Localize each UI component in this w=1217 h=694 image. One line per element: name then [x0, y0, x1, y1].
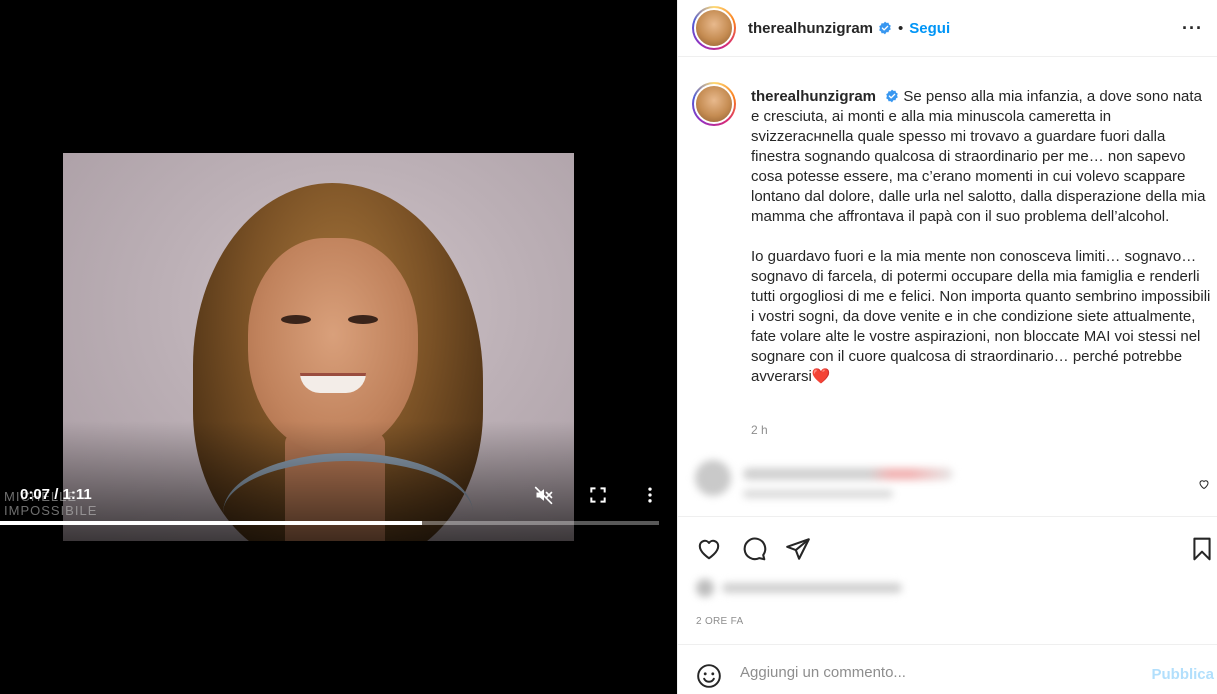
- avatar-image: [694, 8, 734, 48]
- comment-meta-blurred: [743, 490, 893, 498]
- post-header: therealhunzigram • Segui ···: [678, 0, 1217, 57]
- post-actions: 2 ORE FA: [678, 516, 1217, 644]
- comment-button[interactable]: [740, 535, 768, 563]
- heart-icon: [698, 539, 720, 560]
- avatar-image: [694, 84, 734, 124]
- avatar[interactable]: [692, 6, 736, 50]
- username-link[interactable]: therealhunzigram: [748, 20, 873, 37]
- caption-username[interactable]: therealhunzigram: [751, 88, 876, 105]
- video-progress-fill: [0, 521, 422, 525]
- fullscreen-button[interactable]: [586, 484, 610, 506]
- bookmark-icon: [1193, 537, 1211, 561]
- mute-button[interactable]: [532, 484, 556, 506]
- more-options-button[interactable]: ···: [1182, 18, 1203, 39]
- video-image-eye: [348, 315, 378, 324]
- comment-like-heart-icon[interactable]: [1198, 478, 1210, 490]
- comment-bubble-icon: [743, 537, 767, 561]
- video-image-eye: [281, 315, 311, 324]
- caption-paragraph-2: Io guardavo fuori e la mia mente non con…: [751, 248, 1211, 345]
- share-button[interactable]: [784, 535, 812, 563]
- verified-badge-icon: [879, 21, 891, 35]
- video-image-smile: [300, 373, 366, 393]
- likes-text-blurred: [722, 583, 902, 593]
- video-time-display: 0:07 / 1:11: [20, 486, 92, 503]
- follow-button[interactable]: Segui: [909, 20, 950, 37]
- add-comment-bar: Pubblica: [678, 644, 1217, 694]
- caption: therealhunzigram Se penso alla mia infan…: [751, 87, 1213, 387]
- video-player[interactable]: MICHELLE IMPOSSIBILE 0:07 / 1:11: [0, 0, 677, 694]
- comment-avatar: [695, 460, 731, 496]
- like-button[interactable]: [695, 535, 723, 563]
- paper-plane-icon: [786, 538, 810, 560]
- verified-badge-icon: [886, 89, 898, 103]
- blurred-comment: [695, 456, 995, 504]
- likes-summary-blurred: [696, 577, 906, 599]
- caption-timestamp[interactable]: 2 h: [751, 423, 768, 437]
- caption-avatar[interactable]: [692, 82, 736, 126]
- red-heart-emoji: ❤️: [811, 368, 831, 385]
- comment-text-blurred: [743, 468, 953, 480]
- muted-speaker-icon: [534, 486, 553, 505]
- current-time: 0:07: [20, 486, 51, 503]
- fullscreen-icon: [590, 487, 606, 503]
- post-panel: therealhunzigram • Segui ··· therealhunz…: [677, 0, 1217, 694]
- post-time-ago[interactable]: 2 ORE FA: [696, 616, 743, 627]
- liker-avatar: [696, 579, 714, 597]
- video-options-button[interactable]: [638, 484, 662, 506]
- duration: 1:11: [62, 486, 92, 503]
- caption-scroll-area[interactable]: therealhunzigram Se penso alla mia infan…: [678, 58, 1217, 516]
- vertical-dots-icon: [648, 487, 652, 503]
- publish-button[interactable]: Pubblica: [1151, 666, 1214, 683]
- time-separator: /: [50, 486, 63, 503]
- emoji-smiley-icon[interactable]: [696, 663, 722, 689]
- save-button[interactable]: [1188, 535, 1216, 563]
- video-progress-bar[interactable]: [0, 521, 659, 525]
- comment-input[interactable]: [740, 664, 1140, 681]
- video-frame: [63, 153, 574, 541]
- watermark-line: IMPOSSIBILE: [4, 503, 98, 518]
- caption-paragraph-1: Se penso alla mia infanzia, a dove sono …: [751, 88, 1206, 225]
- separator-dot: •: [898, 19, 904, 37]
